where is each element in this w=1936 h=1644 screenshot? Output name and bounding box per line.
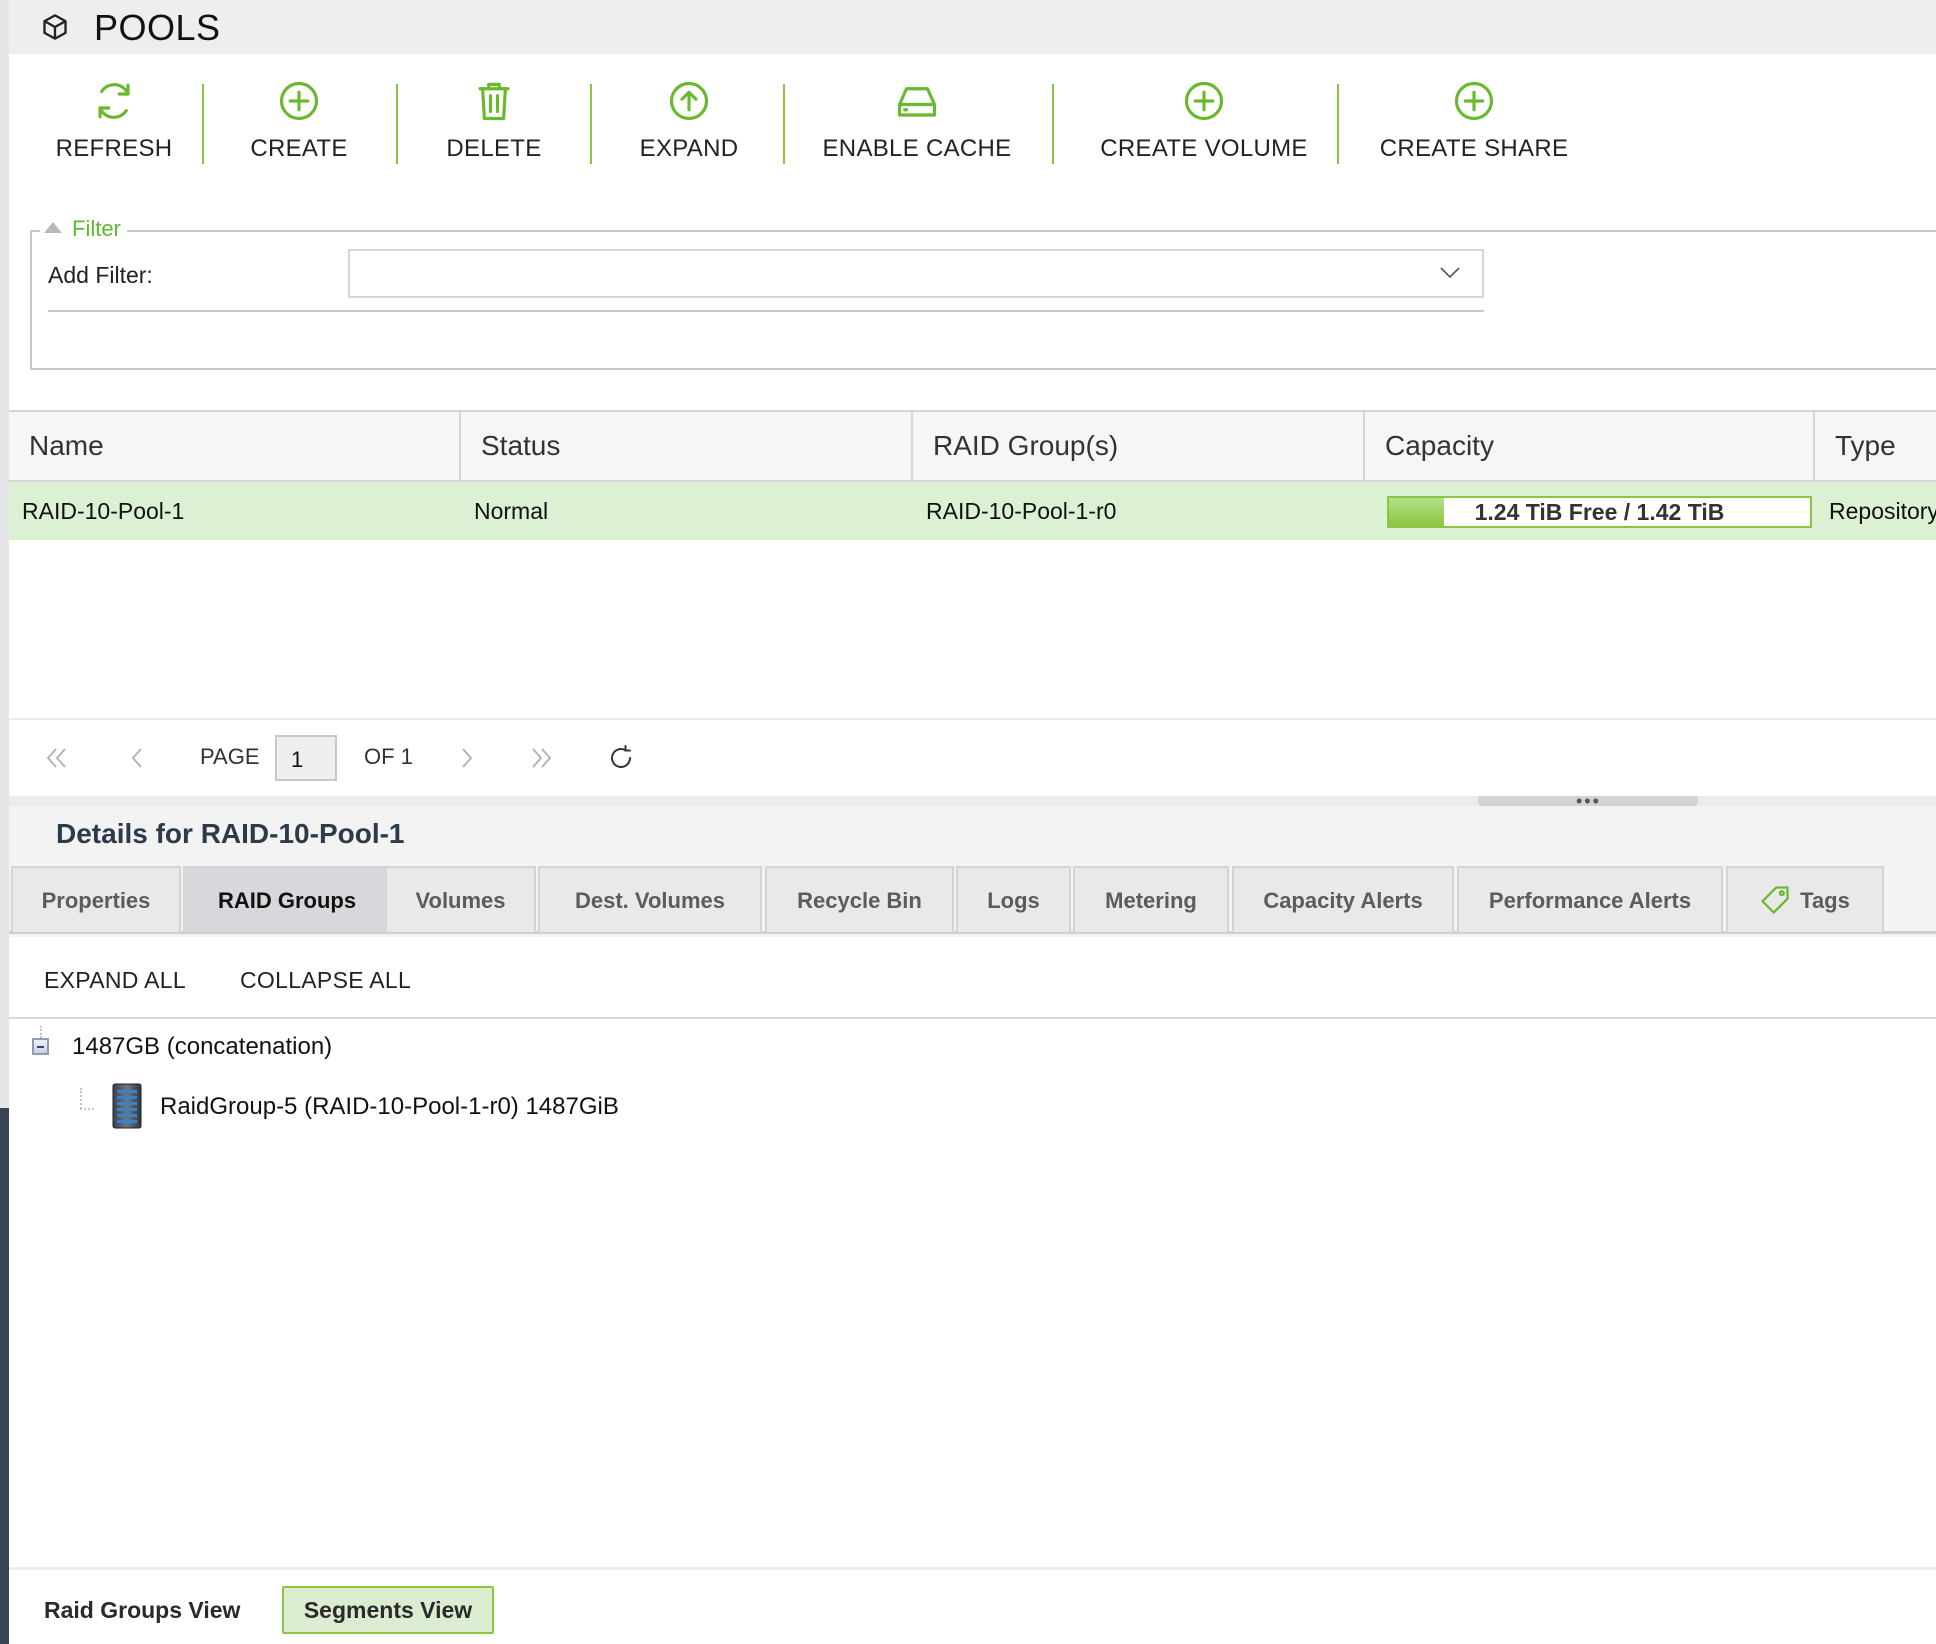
page-label: PAGE xyxy=(200,744,260,769)
add-filter-dropdown[interactable] xyxy=(348,249,1484,298)
refresh-button[interactable]: REFRESH xyxy=(39,80,189,174)
chevron-down-icon xyxy=(1440,267,1460,279)
expand-button[interactable]: EXPAND xyxy=(624,80,754,174)
create-volume-label: CREATE VOLUME xyxy=(1100,135,1308,162)
create-share-label: CREATE SHARE xyxy=(1379,135,1569,162)
tree-connector xyxy=(80,1088,82,1109)
toolbar-divider xyxy=(202,84,204,164)
column-header-type[interactable]: Type xyxy=(1815,412,1936,480)
tab-raid-groups[interactable]: RAID Groups xyxy=(183,866,391,932)
refresh-label: REFRESH xyxy=(55,135,173,162)
tab-metering[interactable]: Metering xyxy=(1073,866,1229,932)
last-page-icon[interactable] xyxy=(527,744,555,772)
raid-groups-tab-content xyxy=(9,937,1936,1567)
page-title: POOLS xyxy=(94,7,221,48)
filter-divider xyxy=(48,310,1484,312)
left-edge-dark-strip xyxy=(0,1108,9,1644)
raid-group-icon xyxy=(112,1083,142,1129)
table-row[interactable]: RAID-10-Pool-1 Normal RAID-10-Pool-1-r0 … xyxy=(9,482,1936,540)
column-header-status[interactable]: Status xyxy=(461,412,913,480)
title-bar: POOLS xyxy=(9,0,1936,54)
create-share-button[interactable]: CREATE SHARE xyxy=(1369,80,1579,174)
details-title: Details for RAID-10-Pool-1 xyxy=(56,818,405,849)
first-page-icon[interactable] xyxy=(43,744,71,772)
toolbar-divider xyxy=(396,84,398,164)
toolbar-divider xyxy=(1337,84,1339,164)
toolbar-divider xyxy=(1052,84,1054,164)
enable-cache-button[interactable]: ENABLE CACHE xyxy=(817,80,1017,174)
refresh-icon xyxy=(98,83,130,119)
column-header-name[interactable]: Name xyxy=(9,412,461,480)
plus-circle-icon xyxy=(1184,81,1224,121)
column-header-capacity[interactable]: Capacity xyxy=(1365,412,1815,480)
delete-label: DELETE xyxy=(446,135,542,162)
page-count-label: OF 1 xyxy=(364,744,413,769)
toolbar-divider xyxy=(783,84,785,164)
create-button[interactable]: CREATE xyxy=(234,80,364,174)
tab-recycle-bin[interactable]: Recycle Bin xyxy=(765,866,954,932)
plus-circle-icon xyxy=(279,81,319,121)
capacity-bar: 1.24 TiB Free / 1.42 TiB xyxy=(1387,496,1812,528)
toolbar: REFRESH CREATE DELETE EXPAND ENABLE CACH… xyxy=(9,54,1936,178)
cube-icon xyxy=(43,14,67,40)
enable-cache-label: ENABLE CACHE xyxy=(822,135,1012,162)
filter-toggle[interactable]: Filter xyxy=(40,216,127,244)
add-filter-label: Add Filter: xyxy=(48,262,153,288)
cell-status: Normal xyxy=(474,498,549,524)
tab-performance-alerts[interactable]: Performance Alerts xyxy=(1457,866,1723,932)
expand-label: EXPAND xyxy=(639,135,739,162)
column-header-raid-groups[interactable]: RAID Group(s) xyxy=(913,412,1365,480)
next-page-icon[interactable] xyxy=(453,744,481,772)
tab-volumes[interactable]: Volumes xyxy=(385,866,536,932)
tag-icon xyxy=(1761,886,1789,914)
tab-tags[interactable]: Tags xyxy=(1726,866,1884,932)
drive-icon xyxy=(897,87,937,117)
plus-circle-icon xyxy=(1454,81,1494,121)
tree-collapse-toggle[interactable] xyxy=(32,1038,49,1055)
tab-properties[interactable]: Properties xyxy=(11,866,181,932)
segments-view-button[interactable]: Segments View xyxy=(282,1586,494,1634)
grid-header: Name Status RAID Group(s) Capacity Type xyxy=(9,410,1936,482)
tree-root-node[interactable]: 1487GB (concatenation) xyxy=(72,1033,332,1061)
tree-connector xyxy=(40,1026,42,1038)
tab-capacity-alerts[interactable]: Capacity Alerts xyxy=(1232,866,1454,932)
previous-page-icon[interactable] xyxy=(123,744,151,772)
cell-raid-groups: RAID-10-Pool-1-r0 xyxy=(926,498,1117,524)
create-volume-button[interactable]: CREATE VOLUME xyxy=(1094,80,1314,174)
tab-logs[interactable]: Logs xyxy=(956,866,1071,932)
collapse-triangle-icon xyxy=(44,221,62,233)
delete-button[interactable]: DELETE xyxy=(429,80,559,174)
arrow-up-circle-icon xyxy=(669,81,709,121)
raid-groups-view-button[interactable]: Raid Groups View xyxy=(44,1597,240,1624)
create-label: CREATE xyxy=(250,135,348,162)
tree-child-node[interactable]: RaidGroup-5 (RAID-10-Pool-1-r0) 1487GiB xyxy=(160,1093,619,1121)
splitter-handle[interactable]: ••• xyxy=(1478,792,1698,810)
collapse-all-button[interactable]: COLLAPSE ALL xyxy=(240,967,411,994)
trash-icon xyxy=(478,82,510,121)
page-number-input[interactable]: 1 xyxy=(275,735,337,781)
cell-type: Repository xyxy=(1829,498,1936,524)
cell-name: RAID-10-Pool-1 xyxy=(22,498,185,524)
capacity-text: 1.24 TiB Free / 1.42 TiB xyxy=(1474,499,1725,525)
expand-all-button[interactable]: EXPAND ALL xyxy=(44,967,186,994)
pager: PAGE 1 OF 1 xyxy=(9,720,1936,796)
tab-tags-label: Tags xyxy=(1800,888,1850,913)
tree-connector xyxy=(80,1108,94,1110)
tree-toolbar: EXPAND ALL COLLAPSE ALL xyxy=(9,937,1936,1019)
reload-icon[interactable] xyxy=(607,744,635,772)
toolbar-divider xyxy=(590,84,592,164)
filter-legend-label: Filter xyxy=(72,216,121,241)
details-tabs: Properties RAID Groups Volumes Dest. Vol… xyxy=(9,866,1936,934)
tab-dest-volumes[interactable]: Dest. Volumes xyxy=(538,866,762,932)
